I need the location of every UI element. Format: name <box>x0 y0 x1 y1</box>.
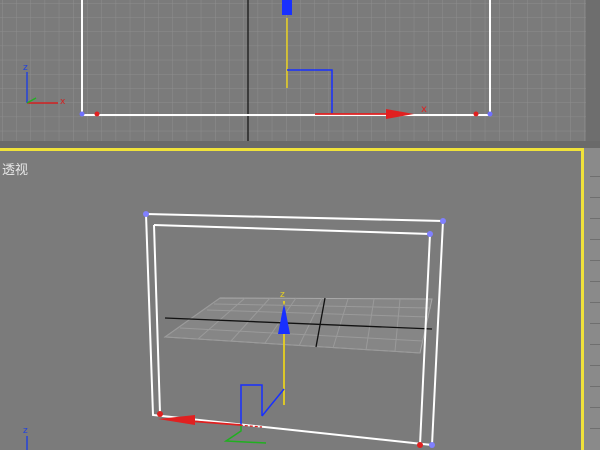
vertex <box>157 411 163 417</box>
top-viewport-canvas[interactable]: x z x <box>0 0 586 141</box>
gizmo-z-label: z <box>280 290 285 300</box>
gizmo-x-label: x <box>421 104 427 115</box>
vertex <box>487 111 493 117</box>
vertex <box>94 111 100 117</box>
vertex <box>427 231 433 237</box>
top-viewport[interactable]: x z x <box>0 0 586 141</box>
vertex <box>429 442 435 448</box>
vertex <box>440 218 446 224</box>
vertex <box>417 442 423 448</box>
axis-tripod-perspective: z <box>23 426 28 450</box>
vertex <box>79 111 85 117</box>
perspective-viewport-canvas[interactable]: z z <box>0 151 581 450</box>
viewport-splitter-horizontal[interactable] <box>0 141 600 148</box>
svg-text:z: z <box>23 426 28 436</box>
home-grid <box>163 297 433 354</box>
svg-text:x: x <box>60 97 66 107</box>
perspective-viewport-label[interactable]: 透视 <box>2 159 28 178</box>
svg-text:z: z <box>23 63 28 73</box>
command-panel-edge <box>584 148 600 450</box>
vertex <box>143 211 149 217</box>
command-panel-dividers <box>590 156 600 446</box>
viewport-splitter-vertical[interactable] <box>586 0 600 141</box>
vertex <box>473 111 479 117</box>
perspective-viewport[interactable]: z z 透视 <box>0 148 584 450</box>
z-arrow-icon[interactable] <box>282 0 292 15</box>
